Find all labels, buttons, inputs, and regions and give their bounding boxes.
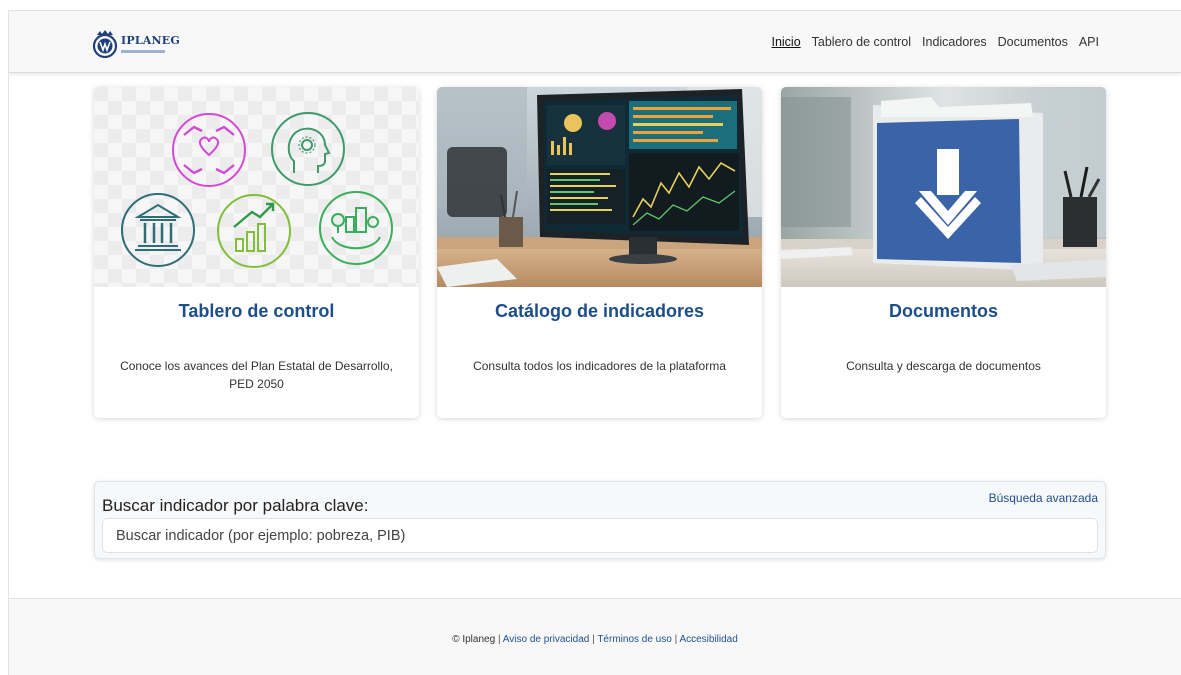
card-tablero-description: Conoce los avances del Plan Estatal de D… — [120, 359, 393, 391]
card-documentos[interactable]: Documentos Consulta y descarga de docume… — [781, 87, 1106, 418]
card-indicadores-image — [437, 87, 762, 287]
brand-logo[interactable]: IPLANEG — [91, 26, 180, 60]
card-indicadores-title[interactable]: Catálogo de indicadores — [437, 301, 762, 322]
card-tablero-image — [94, 87, 419, 287]
card-tablero[interactable]: Tablero de control Conoce los avances de… — [94, 87, 419, 418]
head-gear-icon — [271, 112, 345, 186]
nav-link-tablero[interactable]: Tablero de control — [812, 35, 911, 49]
search-label: Buscar indicador por palabra clave: — [102, 496, 369, 515]
green-city-globe-icon — [319, 191, 393, 265]
footer-separator: | — [674, 634, 678, 645]
government-building-icon — [121, 193, 195, 267]
card-indicadores[interactable]: Catálogo de indicadores Consulta todos l… — [437, 87, 762, 418]
footer-copyright: © Iplaneg — [452, 634, 496, 645]
footer-link-accesibilidad[interactable]: Accesibilidad — [679, 634, 737, 645]
folder-download-icon — [873, 97, 1043, 271]
crown-emblem-icon — [92, 30, 118, 58]
card-documentos-title[interactable]: Documentos — [781, 301, 1106, 322]
search-input[interactable] — [102, 518, 1098, 553]
main-nav: Inicio Tablero de control Indicadores Do… — [771, 35, 1099, 49]
hands-heart-icon — [172, 113, 246, 187]
card-indicadores-description: Consulta todos los indicadores de la pla… — [473, 359, 726, 373]
card-documentos-description: Consulta y descarga de documentos — [846, 359, 1041, 373]
search-panel: Buscar indicador por palabra clave: Búsq… — [94, 481, 1106, 559]
nav-link-indicadores[interactable]: Indicadores — [922, 35, 987, 49]
computer-monitor-dashboard-image — [437, 87, 762, 287]
browser-viewport: IPLANEG Inicio Tablero de control Indica… — [8, 10, 1181, 675]
brand-name: IPLANEG — [121, 33, 180, 47]
advanced-search-link[interactable]: Búsqueda avanzada — [989, 491, 1098, 505]
footer-link-terminos[interactable]: Términos de uso — [597, 634, 671, 645]
card-tablero-title[interactable]: Tablero de control — [94, 301, 419, 322]
navbar: IPLANEG Inicio Tablero de control Indica… — [9, 11, 1181, 73]
monitor-icon — [537, 89, 749, 245]
footer-link-privacidad[interactable]: Aviso de privacidad — [503, 634, 590, 645]
footer-separator: | — [497, 634, 501, 645]
nav-link-inicio[interactable]: Inicio — [771, 35, 800, 49]
nav-link-api[interactable]: API — [1079, 35, 1099, 49]
growth-chart-icon — [217, 194, 291, 268]
footer-links: © Iplaneg | Aviso de privacidad | Términ… — [9, 634, 1181, 645]
card-documentos-image — [781, 87, 1106, 287]
footer-separator: | — [592, 634, 595, 645]
nav-link-documentos[interactable]: Documentos — [998, 35, 1068, 49]
footer: © Iplaneg | Aviso de privacidad | Términ… — [9, 598, 1181, 675]
brand-tagline-bar — [121, 49, 165, 53]
